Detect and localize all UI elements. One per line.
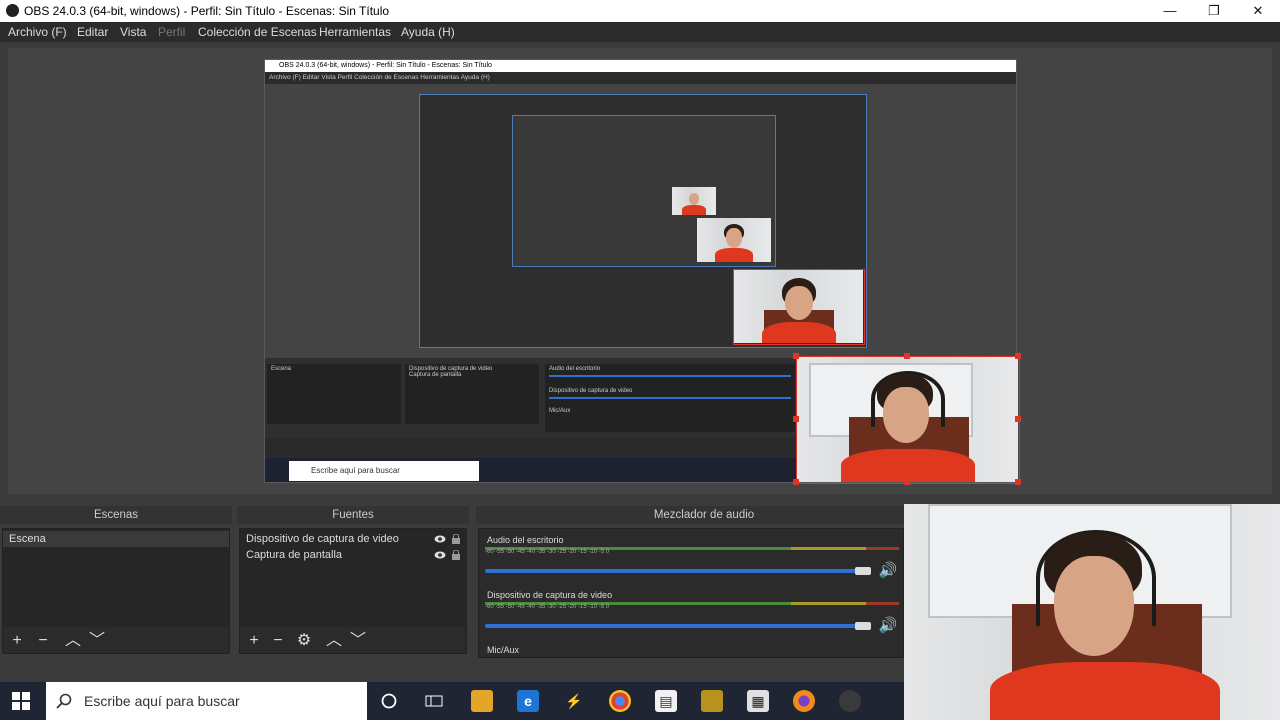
resize-handle-l[interactable]: [793, 416, 799, 422]
window-title: OBS 24.0.3 (64-bit, windows) - Perfil: S…: [24, 4, 390, 18]
calculator-icon[interactable]: ▦: [747, 690, 769, 712]
scenes-list[interactable]: Escena: [3, 529, 229, 627]
sources-list[interactable]: Dispositivo de captura de video Captura …: [240, 529, 466, 627]
mixer-channel-desktop-label: Audio del escritorio: [487, 535, 564, 545]
task-view-icon[interactable]: [425, 693, 443, 709]
mixer-dock-title: Mezclador de audio: [476, 506, 932, 524]
camera-thumb-level3: [697, 218, 771, 262]
camera-thumb-level4: [672, 187, 716, 215]
menu-editar[interactable]: Editar: [77, 25, 108, 39]
sources-dock: Dispositivo de captura de video Captura …: [239, 528, 467, 654]
volume-knob-desktop[interactable]: [855, 567, 871, 575]
store-icon[interactable]: ▤: [655, 690, 677, 712]
scenes-dock: Escena + − ︿ ﹀: [2, 528, 230, 654]
menu-herramientas[interactable]: Herramientas: [319, 25, 391, 39]
menu-perfil[interactable]: Perfil: [158, 25, 185, 39]
minimize-button[interactable]: —: [1148, 0, 1192, 22]
remove-scene-button[interactable]: −: [33, 631, 53, 651]
windows-taskbar: Escribe aquí para buscar e ⚡ ▤ ▦: [0, 682, 904, 720]
vscode-icon[interactable]: ⚡: [563, 690, 585, 712]
volume-slider-desktop[interactable]: [485, 569, 869, 573]
nested-audio-2: Dispositivo de captura de video: [549, 388, 633, 394]
source-label: Dispositivo de captura de video: [246, 533, 399, 545]
source-label: Captura de pantalla: [246, 549, 343, 561]
resize-handle-tl[interactable]: [793, 353, 799, 359]
nested-mic: Mic/Aux: [549, 408, 571, 414]
nested-slider-1: [549, 375, 791, 377]
camera-source-level1[interactable]: [797, 357, 1018, 482]
eye-icon[interactable]: [434, 550, 446, 560]
move-scene-down-button[interactable]: ﹀: [87, 631, 107, 651]
audio-mixer-dock: Audio del escritorio -60 -55 -50 -45 -40…: [478, 528, 904, 658]
volume-slider-video[interactable]: [485, 624, 869, 628]
volume-knob-video[interactable]: [855, 622, 871, 630]
mixer-channel-mic-label: Mic/Aux: [487, 645, 520, 655]
firefox-icon[interactable]: [793, 690, 815, 712]
search-icon: [56, 693, 72, 709]
add-source-button[interactable]: +: [244, 631, 264, 651]
camera-thumb-level2: [734, 270, 863, 343]
cortana-icon[interactable]: [381, 693, 397, 709]
resize-handle-r[interactable]: [1015, 416, 1021, 422]
lock-icon[interactable]: [450, 550, 462, 560]
move-source-down-button[interactable]: ﹀: [348, 631, 368, 651]
speaker-icon[interactable]: 🔊: [877, 617, 899, 635]
window-titlebar: OBS 24.0.3 (64-bit, windows) - Perfil: S…: [0, 0, 1280, 22]
sources-dock-title: Fuentes: [237, 506, 469, 524]
move-scene-up-button[interactable]: ︿: [63, 631, 83, 651]
meter-ticks: -60 -55 -50 -45 -40 -35 -30 -25 -20 -15 …: [485, 549, 610, 555]
lock-icon[interactable]: [450, 534, 462, 544]
mixer-channel-video-label: Dispositivo de captura de video: [487, 590, 613, 600]
webcam-overlay: [904, 504, 1280, 720]
nested-audio-1: Audio del escritorio: [549, 366, 601, 372]
obs-taskbar-icon[interactable]: [839, 690, 861, 712]
scenes-dock-title: Escenas: [0, 506, 232, 524]
resize-handle-br[interactable]: [1015, 479, 1021, 485]
menu-vista[interactable]: Vista: [120, 25, 146, 39]
nested-mixer-dock: Audio del escritorio Dispositivo de capt…: [545, 364, 795, 432]
menu-archivo[interactable]: Archivo (F): [8, 25, 67, 39]
nested-sources-dock: Dispositivo de captura de video Captura …: [405, 364, 539, 424]
source-properties-gear-icon[interactable]: ⚙: [294, 631, 314, 651]
obs-logo-icon: [6, 4, 19, 17]
edge-icon[interactable]: e: [517, 690, 539, 712]
remove-source-button[interactable]: −: [268, 631, 288, 651]
close-button[interactable]: ✕: [1236, 0, 1280, 22]
eye-icon[interactable]: [434, 534, 446, 544]
scene-item[interactable]: Escena: [3, 531, 229, 547]
resize-handle-tr[interactable]: [1015, 353, 1021, 359]
resize-handle-t[interactable]: [904, 353, 910, 359]
scenes-toolbar: + − ︿ ﹀: [3, 629, 229, 655]
menu-coleccion-escenas[interactable]: Colección de Escenas: [198, 25, 317, 39]
nested-source-2: Captura de pantalla: [409, 372, 462, 378]
windows-start-icon[interactable]: [12, 692, 30, 710]
source-item-screen-capture[interactable]: Captura de pantalla: [240, 547, 466, 563]
resize-handle-bl[interactable]: [793, 479, 799, 485]
nested-scene-item: Escena: [271, 366, 292, 372]
speaker-icon[interactable]: 🔊: [877, 562, 899, 580]
source-item-video-capture[interactable]: Dispositivo de captura de video: [240, 531, 466, 547]
nested-slider-2: [549, 397, 791, 399]
menu-bar: Archivo (F) Editar Vista Perfil Colecció…: [0, 22, 1280, 42]
nested-search: Escribe aquí para buscar: [289, 461, 479, 481]
nested-source-1: Dispositivo de captura de video: [409, 366, 493, 372]
restore-button[interactable]: ❐: [1192, 0, 1236, 22]
taskbar-search-input[interactable]: Escribe aquí para buscar: [46, 682, 367, 720]
meter-ticks: -60 -55 -50 -45 -40 -35 -30 -25 -20 -15 …: [485, 604, 610, 610]
minecraft-icon[interactable]: [701, 690, 723, 712]
file-explorer-icon[interactable]: [471, 690, 493, 712]
nested-window-title: OBS 24.0.3 (64-bit, windows) - Perfil: S…: [265, 60, 1016, 72]
chrome-icon[interactable]: [609, 690, 631, 712]
menu-ayuda[interactable]: Ayuda (H): [401, 25, 455, 39]
add-scene-button[interactable]: +: [7, 631, 27, 651]
sources-toolbar: + − ⚙ ︿ ﹀: [240, 629, 466, 655]
move-source-up-button[interactable]: ︿: [324, 631, 344, 651]
resize-handle-b[interactable]: [904, 479, 910, 485]
nested-scenes-dock: Escena: [267, 364, 401, 424]
nested-menu-bar: Archivo (F) Editar Vista Perfil Colecció…: [265, 72, 1016, 84]
